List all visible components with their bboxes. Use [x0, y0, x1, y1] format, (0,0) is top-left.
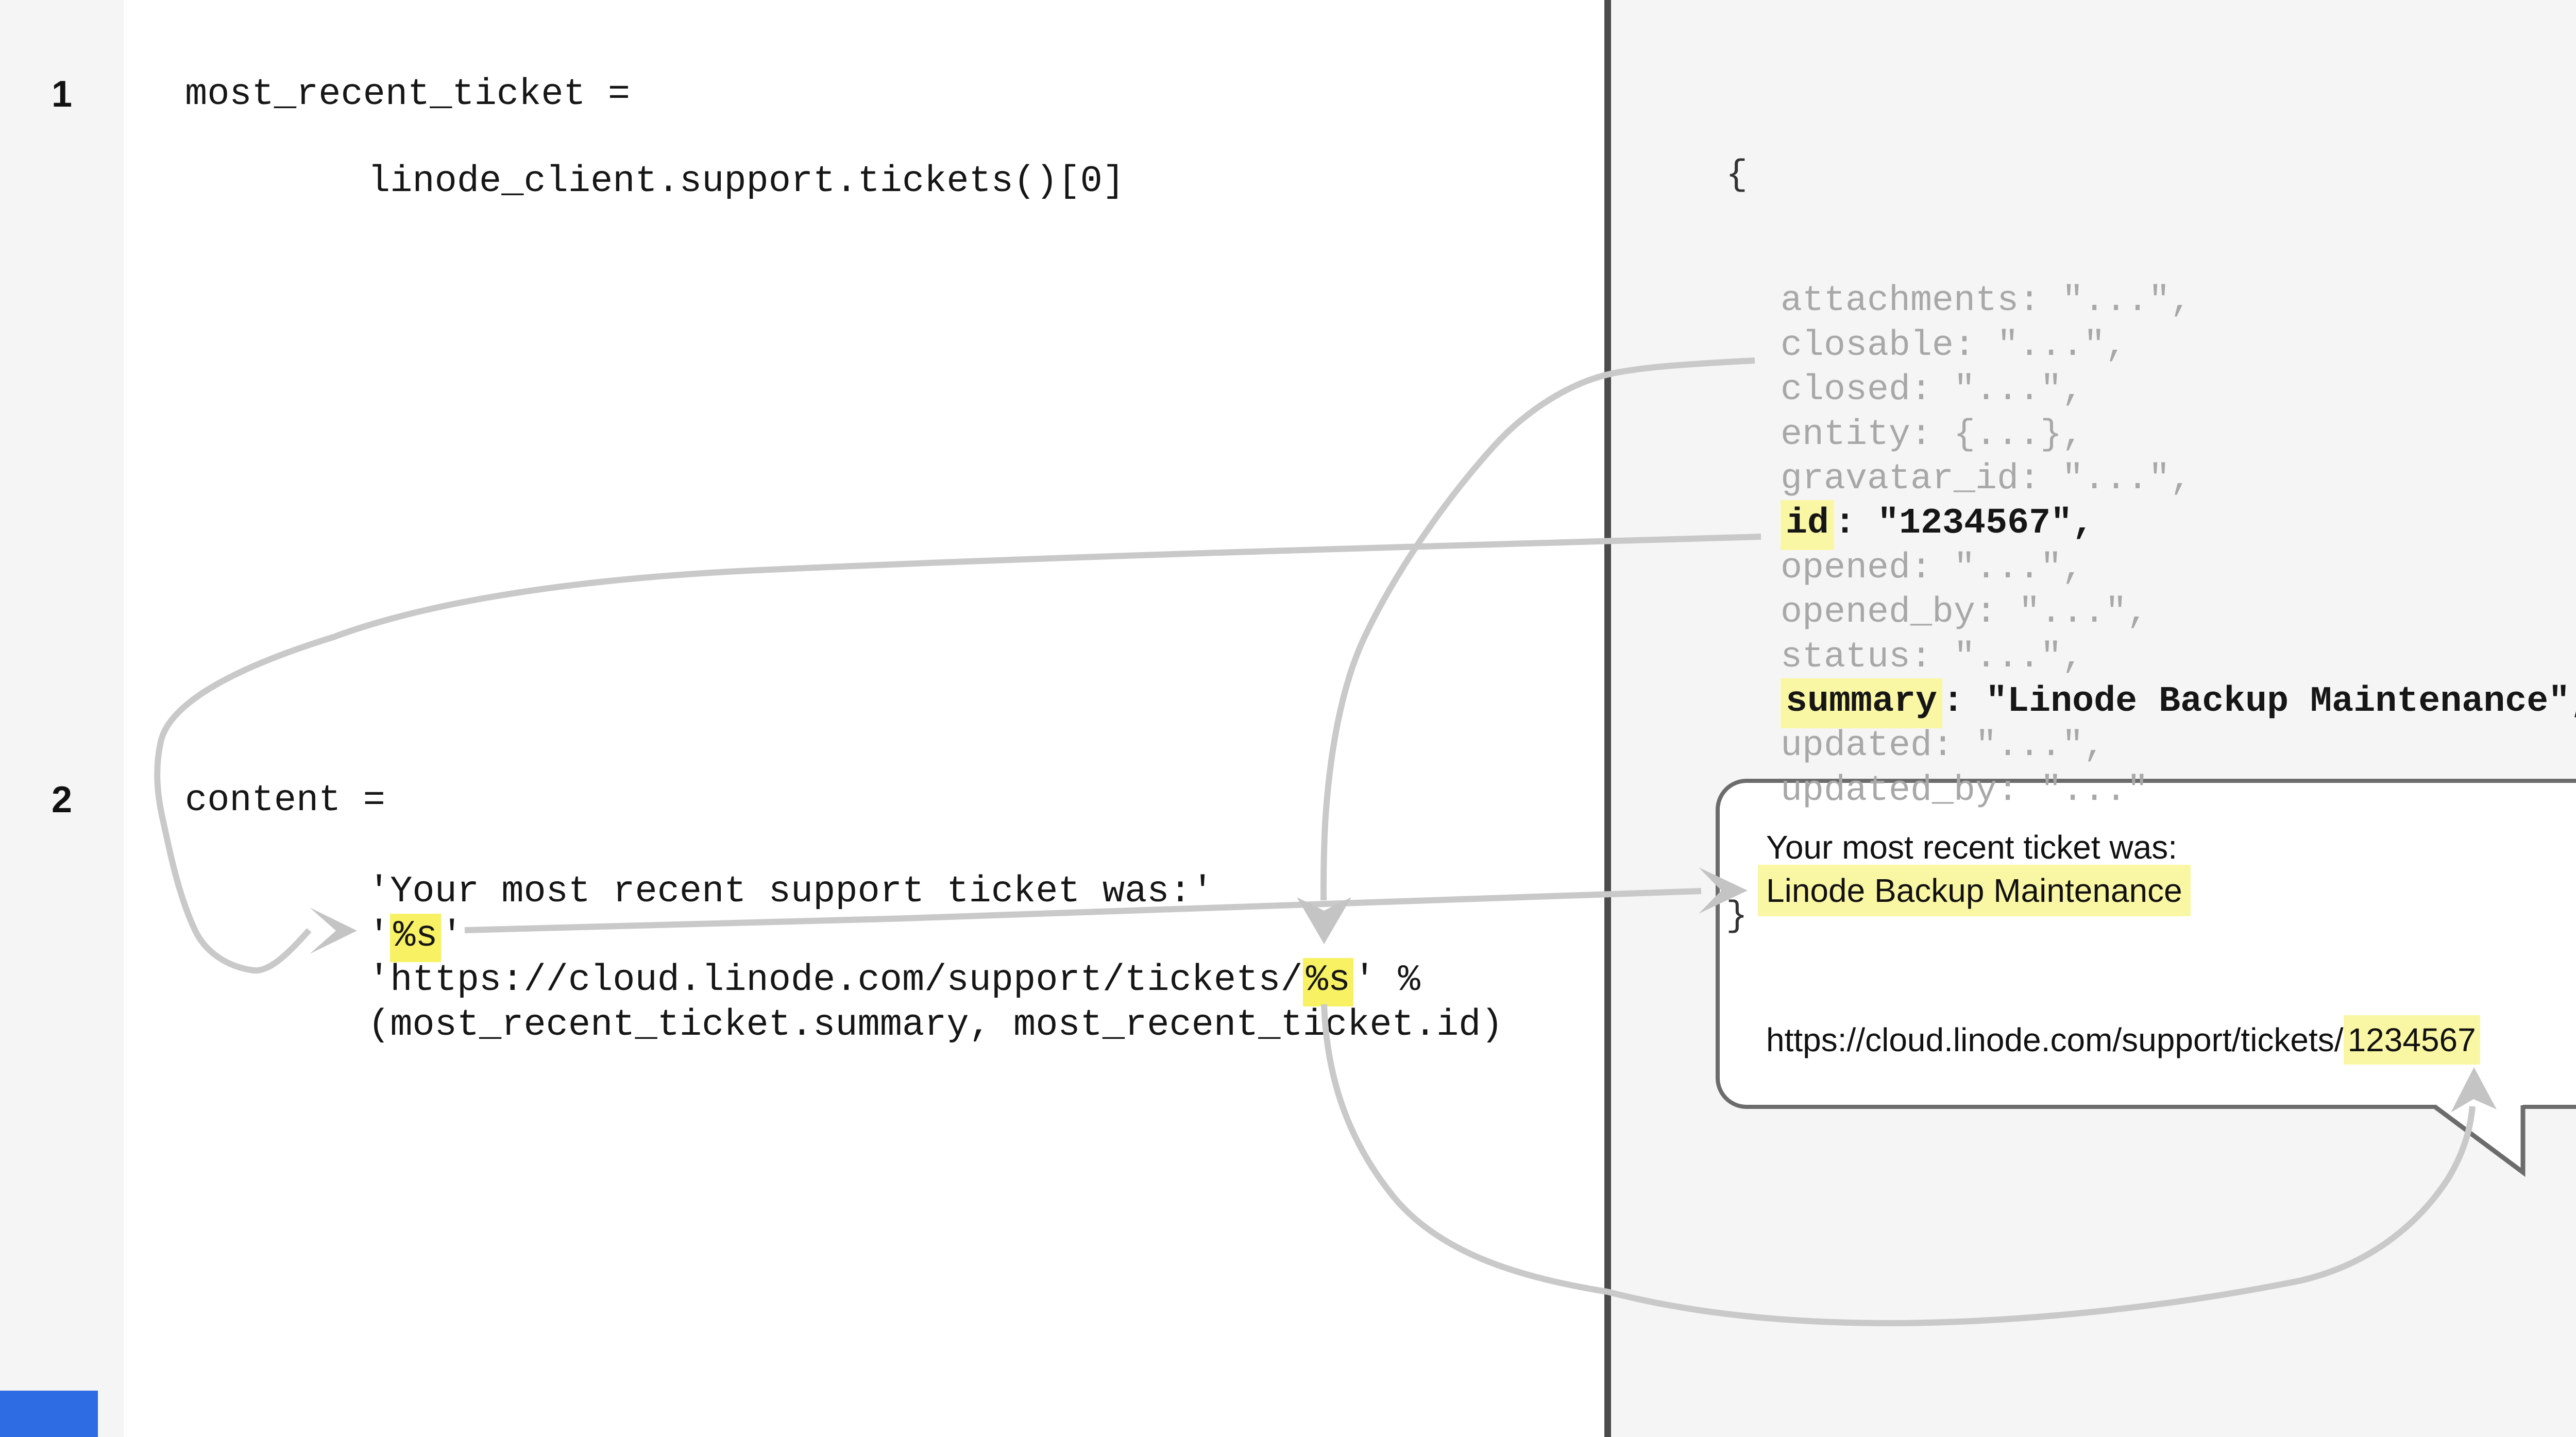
code-text: 'https://cloud.linode.com/support/ticket…	[368, 959, 1303, 1001]
code-text: ' %	[1353, 959, 1420, 1001]
json-field-muted: opened_by: "...",	[1781, 592, 2148, 633]
bubble-url-line: https://cloud.linode.com/support/tickets…	[1766, 1021, 2480, 1059]
code-line-2-assignment: content =	[185, 777, 385, 824]
line-number-2: 2	[0, 777, 124, 823]
code-line-2-string1: 'Your most recent support ticket was:'	[368, 868, 1214, 915]
json-field-muted: closable: "...",	[1781, 326, 2127, 366]
json-field-row: closed: "...",	[1726, 368, 2576, 413]
json-field-row: summary: "Linode Backup Maintenance",	[1726, 680, 2576, 724]
json-field-row: attachments: "...",	[1726, 279, 2576, 323]
json-field-row: opened: "...",	[1726, 546, 2576, 591]
json-open-brace: {	[1726, 153, 2576, 198]
code-text: content =	[185, 779, 385, 822]
code-line-1-assignment: most_recent_ticket =	[185, 71, 630, 117]
json-field-muted: entity: {...},	[1781, 415, 2083, 455]
code-line-1-value: linode_client.support.tickets()[0]	[368, 158, 1125, 204]
bubble-ticket-id-highlight: 1234567	[2344, 1015, 2480, 1065]
json-field-row: gravatar_id: "...",	[1726, 457, 2576, 502]
json-key-highlight: id	[1781, 500, 1834, 550]
code-text: '	[368, 915, 390, 957]
line-number-gutter	[0, 0, 124, 1437]
bubble-url-prefix: https://cloud.linode.com/support/tickets…	[1766, 1021, 2344, 1058]
arrowhead-at-url-placeholder	[1297, 897, 1351, 944]
json-field-row: opened_by: "...",	[1726, 591, 2576, 635]
json-field-muted: attachments: "...",	[1781, 281, 2192, 321]
code-text: (most_recent_ticket.summary, most_recent…	[368, 1004, 1503, 1046]
code-line-2-string3: 'https://cloud.linode.com/support/ticket…	[368, 957, 1420, 1003]
json-field-row: updated_by: "..."	[1726, 769, 2576, 813]
code-text: '	[441, 915, 463, 957]
json-fields: attachments: "...", closable: "...",close…	[1726, 279, 2576, 813]
json-value-emphasized: : "1234567",	[1834, 503, 2094, 544]
placeholder-id-highlight: %s	[1303, 958, 1353, 1006]
code-text: linode_client.support.tickets()[0]	[368, 160, 1125, 202]
bubble-line-1: Your most recent ticket was:	[1766, 828, 2177, 866]
json-field-muted: opened: "...",	[1781, 548, 2083, 589]
bubble-line-2: Linode Backup Maintenance	[1758, 871, 2191, 910]
json-field-muted: updated_by: "..."	[1781, 771, 2148, 811]
json-field-row: status: "...",	[1726, 636, 2576, 680]
json-field-row: entity: {...},	[1726, 413, 2576, 457]
json-field-row: closable: "...",	[1726, 324, 2576, 368]
json-key-highlight: summary	[1781, 678, 1942, 728]
json-field-row: id: "1234567",	[1726, 502, 2576, 546]
json-field-muted: updated: "...",	[1781, 726, 2105, 766]
bubble-summary-highlight: Linode Backup Maintenance	[1758, 865, 2191, 916]
json-field-muted: closed: "...",	[1781, 370, 2083, 410]
arrowhead-at-placeholder-summary	[310, 908, 357, 954]
placeholder-summary-highlight: %s	[390, 914, 440, 962]
line-number-1: 1	[0, 71, 124, 117]
code-text: 'Your most recent support ticket was:'	[368, 870, 1214, 913]
partial-blue-element	[0, 1391, 98, 1437]
code-text: most_recent_ticket =	[185, 73, 630, 115]
code-line-2-args: (most_recent_ticket.summary, most_recent…	[368, 1002, 1503, 1048]
json-value-emphasized: : "Linode Backup Maintenance",	[1942, 681, 2576, 722]
json-field-muted: gravatar_id: "...",	[1781, 459, 2192, 500]
code-line-2-string2: '%s'	[368, 913, 463, 959]
json-field-muted: status: "...",	[1781, 637, 2083, 678]
json-field-row: updated: "...",	[1726, 724, 2576, 768]
panel-divider	[1604, 0, 1611, 1437]
